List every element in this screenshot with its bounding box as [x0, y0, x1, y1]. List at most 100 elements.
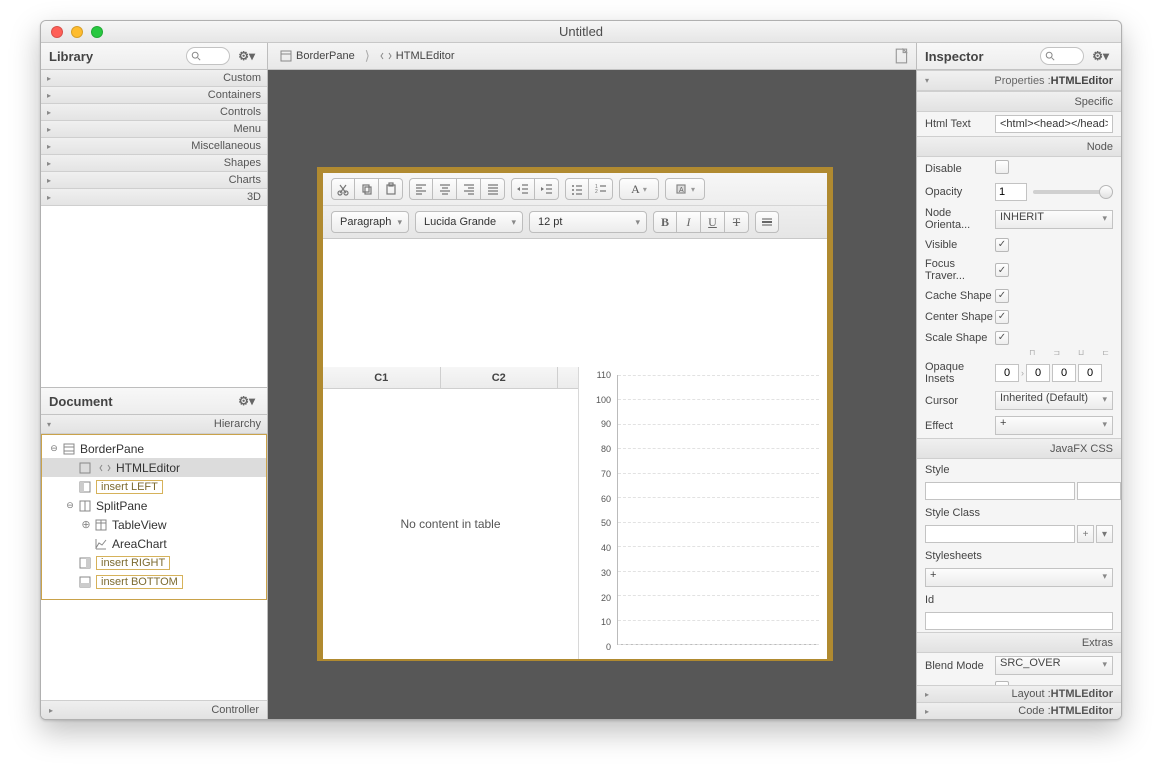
- opacity-slider[interactable]: [1033, 190, 1113, 194]
- stylesheets-combo[interactable]: +: [925, 568, 1113, 587]
- paragraph-combo[interactable]: Paragraph: [331, 211, 409, 233]
- areachart-preview[interactable]: 0102030405060708090100110: [579, 367, 827, 659]
- effect-combo[interactable]: +: [995, 416, 1113, 435]
- copy-button[interactable]: [355, 178, 379, 200]
- hierarchy-tree[interactable]: ⊖ BorderPane HTMLEditor insert LEFT: [41, 434, 267, 600]
- library-category-3d[interactable]: ▸3D: [41, 189, 267, 206]
- align-justify-button[interactable]: [481, 178, 505, 200]
- scale-shape-checkbox[interactable]: [995, 331, 1009, 345]
- inset-right-input[interactable]: [1026, 364, 1050, 382]
- bullet-list-button[interactable]: [565, 178, 589, 200]
- chart-gridline: [618, 522, 819, 523]
- titlebar[interactable]: Untitled: [41, 21, 1121, 43]
- bold-button[interactable]: B: [653, 211, 677, 233]
- tree-row-areachart[interactable]: AreaChart: [42, 534, 266, 553]
- style-key-input[interactable]: [925, 482, 1075, 500]
- tree-row-tableview[interactable]: ⊕ TableView: [42, 515, 266, 534]
- html-text-input[interactable]: [995, 115, 1113, 133]
- inspector-code-header[interactable]: ▸Code : HTMLEditor: [917, 702, 1121, 719]
- library-category-misc[interactable]: ▸Miscellaneous: [41, 138, 267, 155]
- style-value-input[interactable]: [1077, 482, 1121, 500]
- section-extras: Extras: [917, 632, 1121, 653]
- library-category-containers[interactable]: ▸Containers: [41, 87, 267, 104]
- y-tick-label: 0: [606, 642, 611, 652]
- htmleditor-content[interactable]: [323, 239, 827, 367]
- cache-shape-checkbox[interactable]: [995, 289, 1009, 303]
- breadcrumb-htmleditor[interactable]: HTMLEditor: [374, 48, 461, 64]
- inspector-properties-body: Specific Html Text Node Disable Opacity …: [917, 91, 1121, 685]
- underline-button[interactable]: U: [701, 211, 725, 233]
- library-search-input[interactable]: [201, 50, 219, 62]
- tableview-preview[interactable]: C1 C2 No content in table: [323, 367, 579, 659]
- borderpane-icon: [280, 50, 292, 62]
- table-header-c1[interactable]: C1: [323, 367, 441, 388]
- inset-bottom-input[interactable]: [1052, 364, 1076, 382]
- style-class-input[interactable]: [925, 525, 1075, 543]
- style-class-add-button[interactable]: +: [1077, 525, 1094, 543]
- align-right-button[interactable]: [457, 178, 481, 200]
- inset-top-input[interactable]: [995, 364, 1019, 382]
- style-class-menu-button[interactable]: ▾: [1096, 525, 1113, 543]
- inspector-search-input[interactable]: [1055, 50, 1073, 62]
- toggle-css-icon[interactable]: [894, 48, 910, 64]
- htmleditor-toolbar: 12 A▾ A▾ Paragraph Lucida Grande 12 pt B…: [323, 173, 827, 239]
- inspector-layout-header[interactable]: ▸Layout : HTMLEditor: [917, 685, 1121, 702]
- font-family-combo[interactable]: Lucida Grande: [415, 211, 523, 233]
- font-size-combo[interactable]: 12 pt: [529, 211, 647, 233]
- library-category-controls[interactable]: ▸Controls: [41, 104, 267, 121]
- opacity-slider-thumb[interactable]: [1099, 185, 1113, 199]
- library-category-charts[interactable]: ▸Charts: [41, 172, 267, 189]
- table-header-c2[interactable]: C2: [441, 367, 559, 388]
- svg-text:2: 2: [595, 189, 598, 195]
- library-category-shapes[interactable]: ▸Shapes: [41, 155, 267, 172]
- align-left-button[interactable]: [409, 178, 433, 200]
- breadcrumb-borderpane[interactable]: BorderPane: [274, 48, 361, 64]
- indent-button[interactable]: [535, 178, 559, 200]
- tree-row-insert-bottom[interactable]: insert BOTTOM: [42, 572, 266, 591]
- italic-button[interactable]: I: [677, 211, 701, 233]
- hierarchy-header[interactable]: ▾Hierarchy: [41, 415, 267, 434]
- hr-button[interactable]: [755, 211, 779, 233]
- slot-bottom-icon: [78, 575, 92, 589]
- cut-button[interactable]: [331, 178, 355, 200]
- node-orientation-combo[interactable]: INHERIT: [995, 210, 1113, 229]
- cursor-combo[interactable]: Inherited (Default): [995, 391, 1113, 410]
- main-body: Library ⚙▾ ▸Custom ▸Containers ▸Controls…: [41, 43, 1121, 719]
- number-list-button[interactable]: 12: [589, 178, 613, 200]
- align-center-button[interactable]: [433, 178, 457, 200]
- disable-checkbox[interactable]: [995, 160, 1009, 174]
- controller-header[interactable]: ▸Controller: [41, 700, 267, 719]
- background-color-button[interactable]: A▾: [665, 178, 705, 200]
- tree-row-insert-left[interactable]: insert LEFT: [42, 477, 266, 496]
- blend-mode-combo[interactable]: SRC_OVER: [995, 656, 1113, 675]
- focus-traversable-checkbox[interactable]: [995, 263, 1009, 277]
- inset-left-input[interactable]: [1078, 364, 1102, 382]
- design-canvas[interactable]: 12 A▾ A▾ Paragraph Lucida Grande 12 pt B…: [317, 167, 833, 661]
- library-title: Library: [49, 49, 93, 64]
- id-input[interactable]: [925, 612, 1113, 630]
- outdent-button[interactable]: [511, 178, 535, 200]
- opacity-input[interactable]: [995, 183, 1027, 201]
- foreground-color-button[interactable]: A▾: [619, 178, 659, 200]
- visible-checkbox[interactable]: [995, 238, 1009, 252]
- library-category-menu[interactable]: ▸Menu: [41, 121, 267, 138]
- library-search[interactable]: [186, 47, 230, 65]
- tree-row-borderpane[interactable]: ⊖ BorderPane: [42, 439, 266, 458]
- inspector-properties-header[interactable]: ▾ Properties : HTMLEditor: [917, 70, 1121, 91]
- library-category-custom[interactable]: ▸Custom: [41, 70, 267, 87]
- y-tick-label: 50: [601, 518, 611, 528]
- library-panel-header: Library ⚙▾: [41, 43, 267, 70]
- table-placeholder: No content in table: [323, 389, 578, 659]
- svg-text:A: A: [679, 187, 684, 194]
- library-menu-gear-icon[interactable]: ⚙▾: [234, 49, 259, 63]
- paste-button[interactable]: [379, 178, 403, 200]
- inspector-search[interactable]: [1040, 47, 1084, 65]
- document-menu-gear-icon[interactable]: ⚙▾: [234, 394, 259, 408]
- tree-row-insert-right[interactable]: insert RIGHT: [42, 553, 266, 572]
- inspector-menu-gear-icon[interactable]: ⚙▾: [1088, 49, 1113, 63]
- strikethrough-button[interactable]: T: [725, 211, 749, 233]
- center-shape-checkbox[interactable]: [995, 310, 1009, 324]
- tree-row-splitpane[interactable]: ⊖ SplitPane: [42, 496, 266, 515]
- y-tick-label: 20: [601, 593, 611, 603]
- tree-row-htmleditor[interactable]: HTMLEditor: [42, 458, 266, 477]
